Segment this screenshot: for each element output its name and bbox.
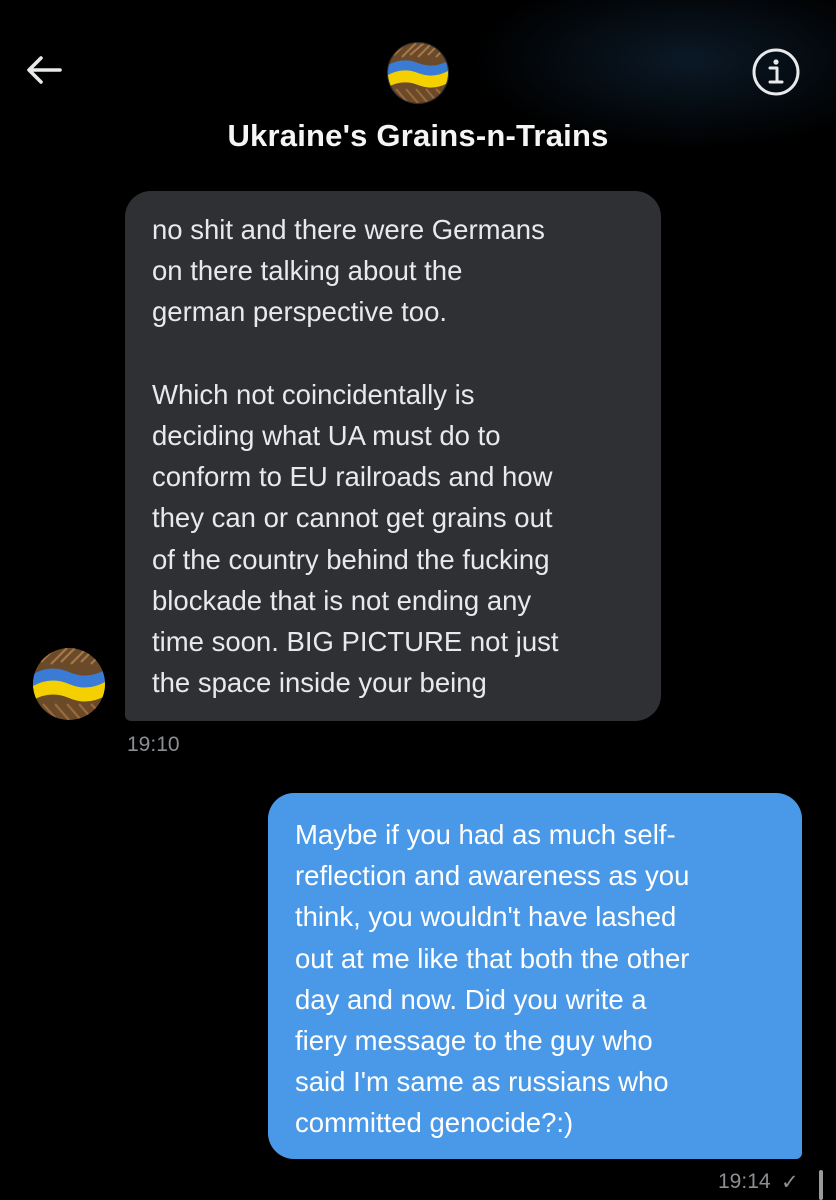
avatar-image	[388, 43, 448, 103]
message-line: Maybe if you had as much self-	[295, 819, 676, 850]
incoming-timestamp: 19:10	[127, 733, 180, 756]
conversation-header: Ukraine's Grains-n-Trains	[0, 0, 836, 180]
message-line: the space inside your being	[152, 667, 487, 699]
message-line: of the country behind the fucking	[152, 543, 550, 575]
message-line: on there talking about the	[152, 255, 463, 287]
message-line: deciding what UA must do to	[152, 420, 501, 451]
message-line: Which not coincidentally is	[152, 378, 475, 410]
outgoing-timestamp: 19:14	[718, 1170, 771, 1193]
arrow-left-icon	[27, 56, 62, 84]
message-line: they can or cannot get grains out	[152, 502, 553, 534]
message-line: reflection and awareness as you	[295, 860, 690, 892]
avatar-image	[33, 648, 105, 720]
message-line: no shit and there were Germans	[152, 214, 545, 245]
sender-avatar[interactable]	[33, 648, 105, 720]
message-line: time soon. BIG PICTURE not just	[152, 626, 559, 658]
message-line: out at me like that both the other	[295, 942, 690, 974]
info-icon	[752, 48, 800, 96]
conversation-title[interactable]: Ukraine's Grains-n-Trains	[0, 118, 836, 154]
message-line: said I'm same as russians who	[295, 1066, 669, 1098]
conversation-avatar[interactable]	[387, 42, 449, 104]
message-line: day and now. Did you write a	[295, 983, 647, 1015]
sent-check-icon: ✓	[781, 1171, 799, 1194]
back-button[interactable]	[20, 46, 68, 94]
message-line: think, you wouldn't have lashed	[295, 901, 677, 933]
incoming-message-bubble[interactable]: no shit and there were Germans on there …	[125, 191, 661, 721]
message-line: german perspective too.	[152, 296, 448, 328]
message-line: fiery message to the guy who	[295, 1025, 653, 1057]
outgoing-message-bubble[interactable]: Maybe if you had as much self- reflectio…	[268, 793, 802, 1159]
info-button[interactable]	[750, 46, 802, 98]
message-line: blockade that is not ending any	[152, 584, 532, 616]
scrollbar[interactable]	[819, 1170, 823, 1200]
message-line: committed genocide?:)	[295, 1107, 574, 1139]
message-line: conform to EU railroads and how	[152, 461, 553, 493]
